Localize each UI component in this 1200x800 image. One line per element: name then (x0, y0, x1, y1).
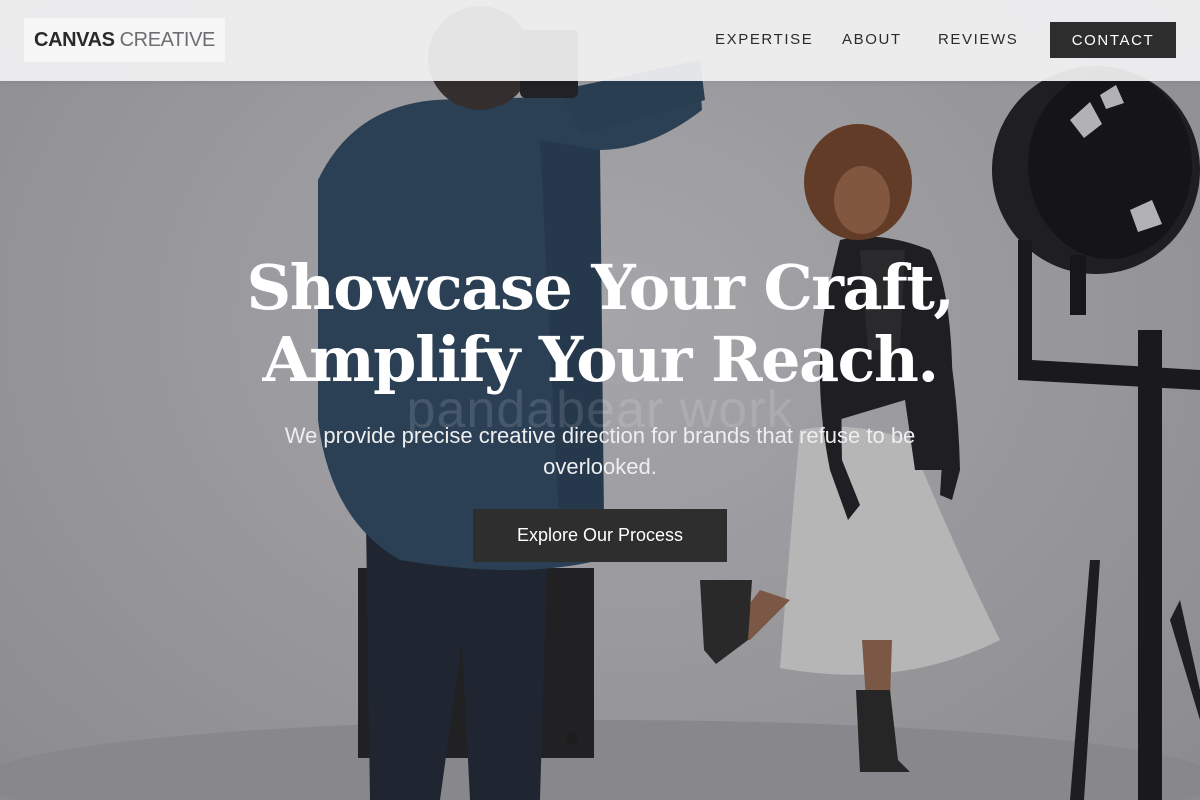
logo-bold-text: CANVAS (34, 28, 115, 51)
hero-headline-line-2: Amplify Your Reach. (262, 323, 939, 396)
top-navigation-bar: CANVAS CREATIVE EXPERTISE ABOUT REVIEWS … (0, 0, 1200, 81)
brand-logo[interactable]: CANVAS CREATIVE (24, 18, 225, 62)
hero-subheading: We provide precise creative direction fo… (284, 423, 916, 479)
nav-link-reviews[interactable]: REVIEWS (938, 31, 1018, 48)
explore-process-button[interactable]: Explore Our Process (473, 509, 727, 562)
contact-button[interactable]: CONTACT (1050, 22, 1176, 58)
hero-headline-line-1: Showcase Your Craft, (246, 251, 955, 324)
nav-link-about[interactable]: ABOUT (842, 31, 902, 48)
nav-link-expertise[interactable]: EXPERTISE (715, 31, 813, 48)
logo-light-text: CREATIVE (119, 28, 216, 51)
hero-headline: Showcase Your Craft, Amplify Your Reach. (0, 252, 1200, 396)
